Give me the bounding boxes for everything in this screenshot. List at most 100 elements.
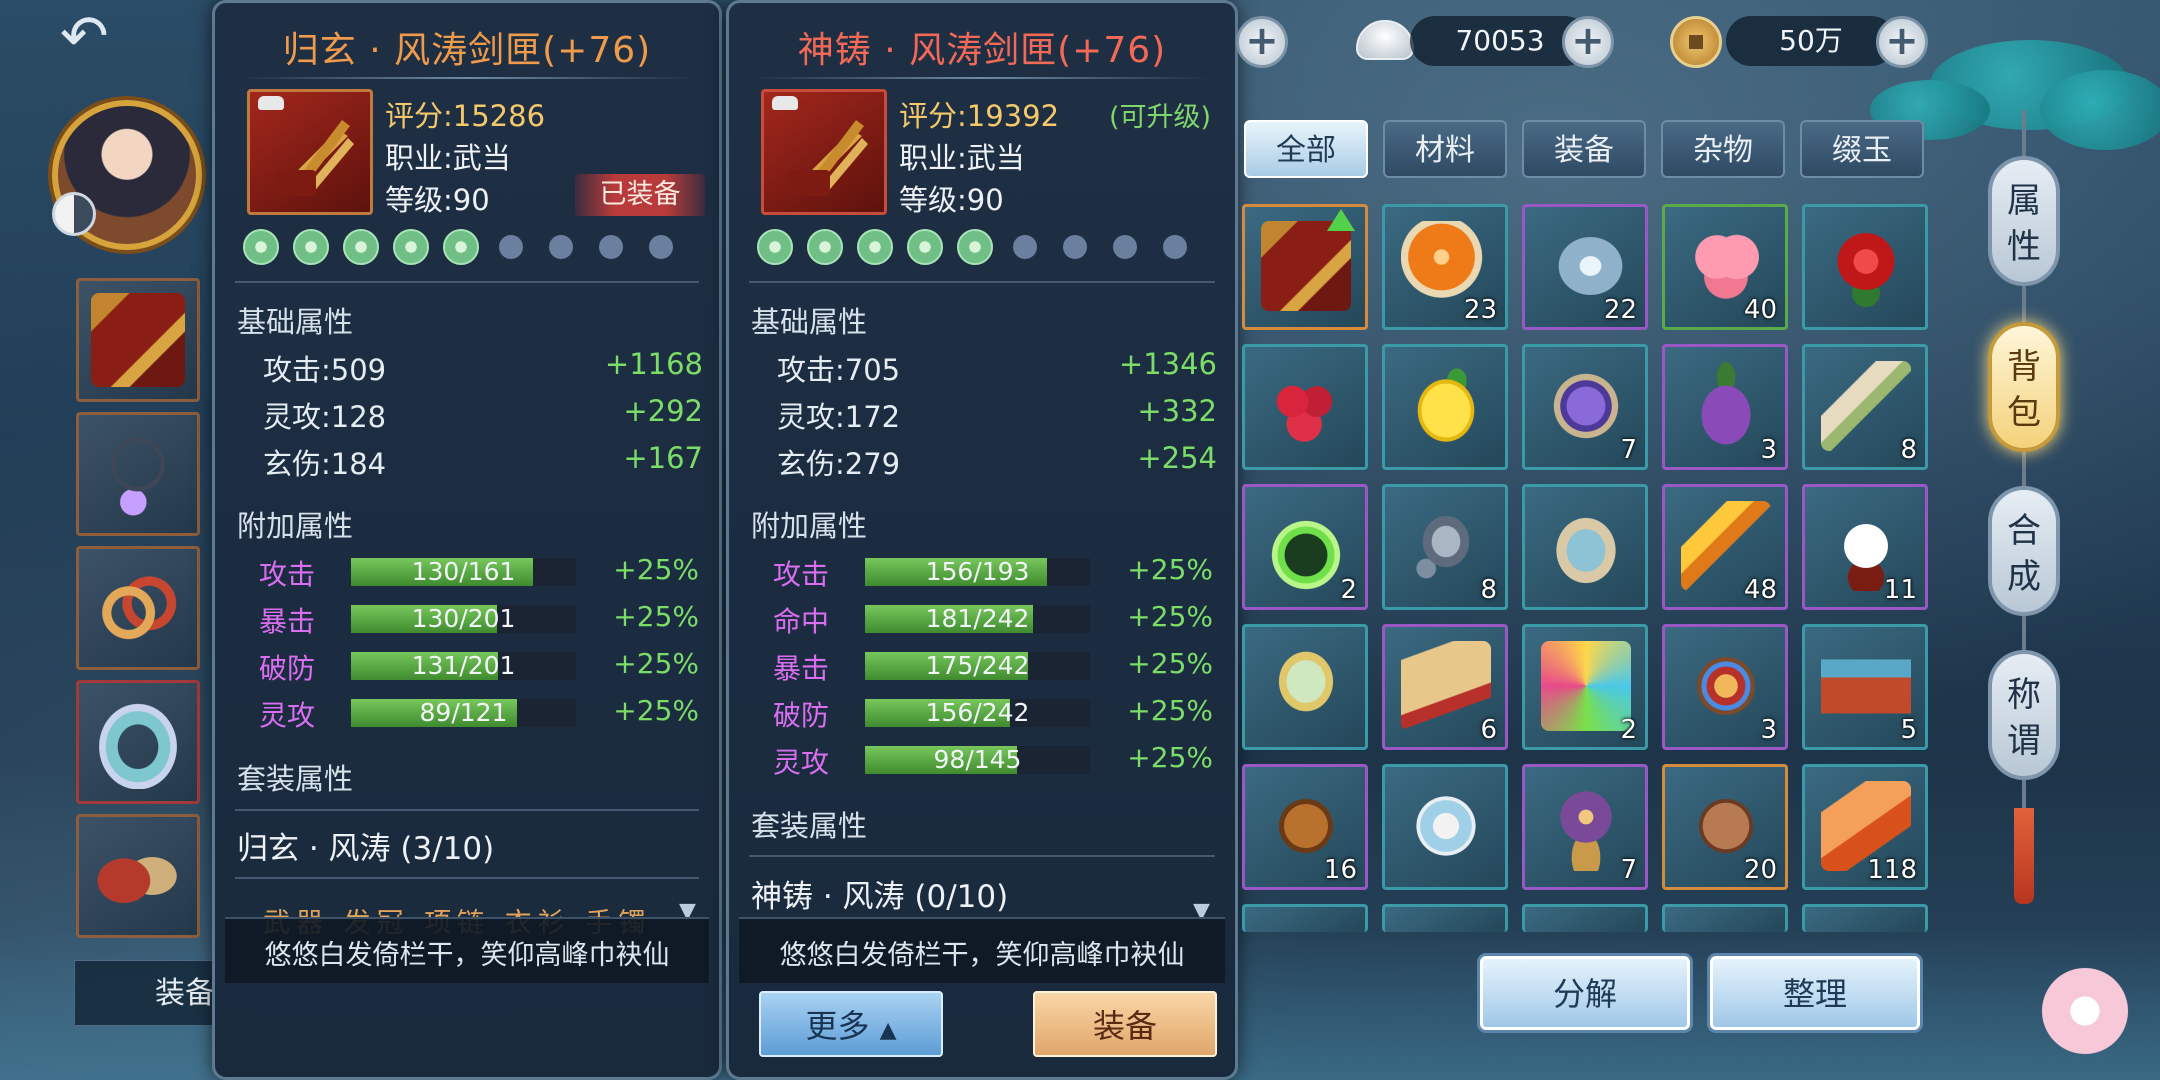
tab-equipment[interactable]: 装备 (1522, 120, 1646, 178)
equipped-badge: 已装备 (575, 174, 705, 216)
equip-slot-gloves[interactable] (76, 814, 200, 938)
current-item-title: 归玄 · 风涛剑匣(+76) (282, 30, 652, 71)
bag-cell[interactable]: 40 (1662, 204, 1788, 330)
item-count: 118 (1867, 855, 1917, 885)
bag-cell[interactable] (1242, 344, 1368, 470)
equip-slot-weapon[interactable] (76, 278, 200, 402)
bag-cell[interactable]: 22 (1522, 204, 1648, 330)
equip-button[interactable]: 装备 (1033, 991, 1217, 1057)
bag-cell[interactable] (1242, 624, 1368, 750)
add-copper-button[interactable]: + (1876, 16, 1928, 68)
gem-empty-icon (549, 235, 573, 259)
bag-cell[interactable]: 23 (1382, 204, 1508, 330)
compare-item-level: 等级:90 (899, 183, 1004, 217)
bag-cell[interactable] (1382, 344, 1508, 470)
side-tab-attributes[interactable]: 属性 (1988, 156, 2060, 286)
item-count: 23 (1463, 295, 1497, 325)
back-arrow-icon: ↶ (60, 2, 109, 70)
base-stat-bonus: +254 (1137, 441, 1217, 475)
bag-cell[interactable]: 7 (1522, 344, 1648, 470)
equip-slot-necklace[interactable] (76, 412, 200, 536)
gem-filled-icon (243, 229, 279, 265)
add-silver-button[interactable]: + (1562, 16, 1614, 68)
more-button[interactable]: 更多 ▲ (759, 991, 943, 1057)
item-count: 20 (1743, 855, 1777, 885)
side-tab-craft[interactable]: 合成 (1988, 486, 2060, 616)
extra-attributes-heading: 附加属性 (751, 509, 868, 543)
sort-button[interactable]: 整理 (1710, 956, 1920, 1030)
gem-box-icon (1681, 641, 1771, 731)
sword-box-icon (91, 293, 185, 387)
equip-slot-ring[interactable] (76, 680, 200, 804)
compare-item-tooltip: 神铸 · 风涛剑匣(+76) 评分:19392 (可升级) 职业:武当 等级:9… (726, 0, 1238, 1080)
bag-cell[interactable]: 20 (1662, 764, 1788, 890)
bag-cell[interactable] (1242, 204, 1368, 330)
bag-cell[interactable]: 2 (1522, 624, 1648, 750)
gem-empty-icon (1163, 235, 1187, 259)
extra-stat-value: 131/201 (411, 651, 516, 680)
gem-empty-icon (1063, 235, 1087, 259)
item-count: 2 (1620, 715, 1637, 745)
bag-cell[interactable]: 8 (1382, 484, 1508, 610)
item-count: 48 (1743, 575, 1777, 605)
base-stat-bonus: +1346 (1118, 347, 1217, 381)
bag-cell-partial[interactable] (1802, 904, 1928, 932)
tab-jade[interactable]: 缀玉 (1800, 120, 1924, 178)
green-spirit-icon (1261, 501, 1351, 591)
extra-stat-percent: +25% (1127, 647, 1213, 680)
bag-cell[interactable]: 2 (1242, 484, 1368, 610)
item-count: 8 (1900, 435, 1917, 465)
flavor-text: 悠悠白发倚栏干，笑仰高峰巾袂仙 (779, 940, 1185, 971)
necklace-icon (91, 427, 185, 521)
more-button-label: 更多 (805, 1007, 870, 1045)
tab-misc[interactable]: 杂物 (1661, 120, 1785, 178)
side-tab-title[interactable]: 称谓 (1988, 650, 2060, 780)
base-stat-label: 攻击:705 (777, 353, 901, 387)
bag-cell[interactable]: 6 (1382, 624, 1508, 750)
gem-filled-icon (907, 229, 943, 265)
back-button[interactable]: ↶ (60, 6, 160, 66)
bag-cell-partial[interactable] (1242, 904, 1368, 932)
extra-stat-label: 暴击 (259, 605, 316, 638)
gem-empty-icon (599, 235, 623, 259)
bag-cell[interactable]: 5 (1802, 624, 1928, 750)
item-count: 22 (1603, 295, 1637, 325)
bag-cell[interactable] (1382, 764, 1508, 890)
silver-ingot-icon (258, 96, 284, 110)
item-count: 40 (1743, 295, 1777, 325)
bag-cell[interactable]: 7 (1522, 764, 1648, 890)
equip-slot-bracelet[interactable] (76, 546, 200, 670)
treasure-chest-icon (1821, 641, 1911, 731)
bag-cell-partial[interactable] (1382, 904, 1508, 932)
bag-cell[interactable]: 11 (1802, 484, 1928, 610)
bracelet-icon (91, 561, 185, 655)
item-count: 11 (1883, 575, 1917, 605)
base-stat-bonus: +332 (1137, 394, 1217, 428)
base-attributes-heading: 基础属性 (237, 305, 354, 339)
decompose-button[interactable]: 分解 (1480, 956, 1690, 1030)
bag-cell[interactable]: 3 (1662, 344, 1788, 470)
side-tab-bag[interactable]: 背包 (1988, 322, 2060, 452)
rose-icon (1821, 221, 1911, 311)
bag-cell[interactable]: 8 (1802, 344, 1928, 470)
extra-stat-percent: +25% (613, 694, 699, 727)
bag-cell[interactable]: 48 (1662, 484, 1788, 610)
bag-cell[interactable]: 16 (1242, 764, 1368, 890)
tab-materials[interactable]: 材料 (1383, 120, 1507, 178)
title-divider (753, 77, 1211, 79)
extra-stat-label: 灵攻 (773, 746, 830, 779)
bag-cell[interactable] (1522, 484, 1648, 610)
current-item-tooltip: 归玄 · 风涛剑匣(+76) 评分:15286 职业:武当 等级:90 已装备 … (212, 0, 722, 1080)
bag-cell-partial[interactable] (1522, 904, 1648, 932)
bag-cell-partial[interactable] (1662, 904, 1788, 932)
paw-scroll-icon (1401, 641, 1491, 731)
set-attributes-heading: 套装属性 (751, 809, 868, 843)
bag-cell[interactable]: 118 (1802, 764, 1928, 890)
pill-box-icon (1401, 781, 1491, 871)
set-attributes-heading: 套装属性 (237, 762, 354, 796)
add-currency-button[interactable]: + (1236, 16, 1288, 68)
bag-cell[interactable]: 3 (1662, 624, 1788, 750)
bag-cell[interactable] (1802, 204, 1928, 330)
gem-empty-icon (1013, 235, 1037, 259)
tab-all[interactable]: 全部 (1244, 120, 1368, 178)
